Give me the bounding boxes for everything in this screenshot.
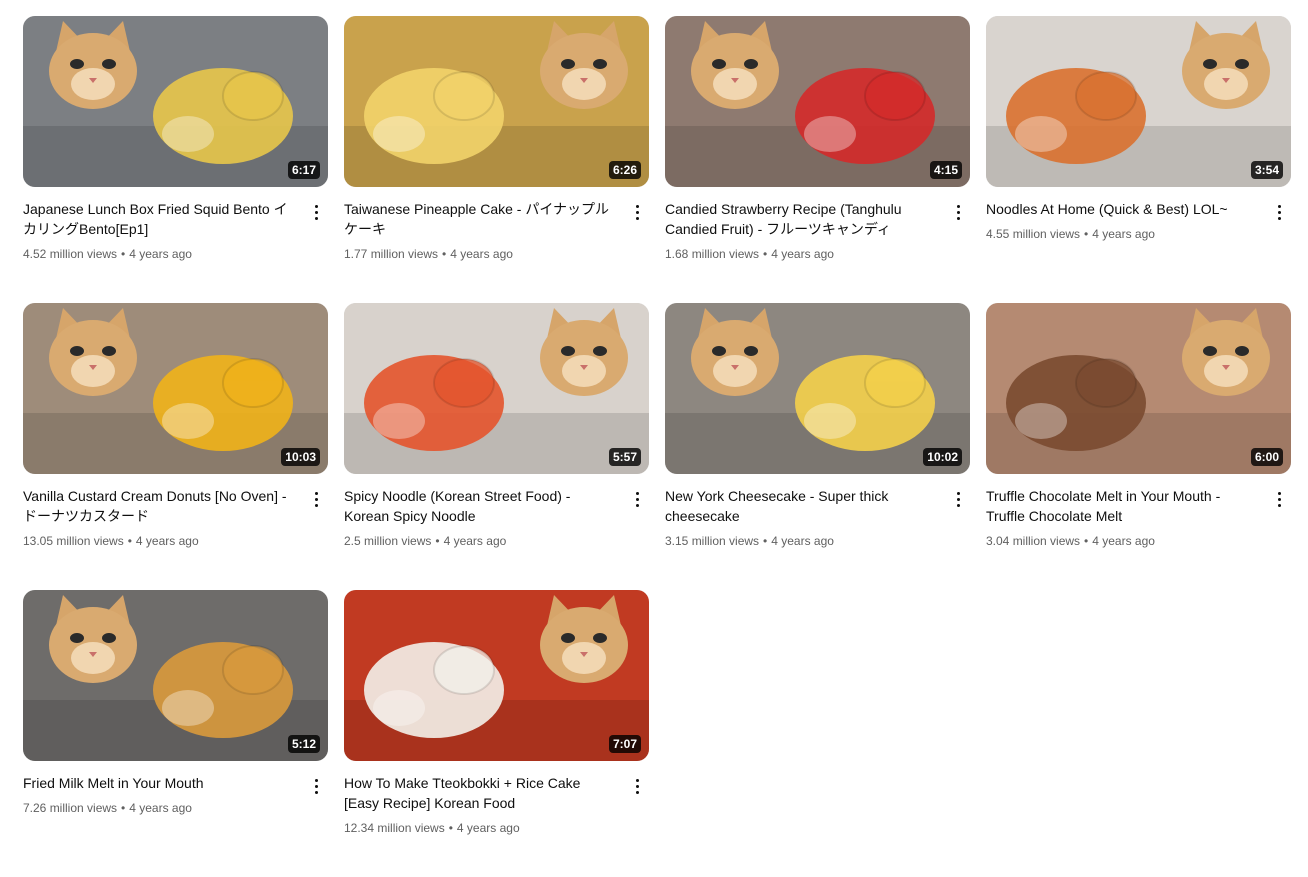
video-thumbnail[interactable]: 6:26 <box>344 16 649 187</box>
video-card[interactable]: 5:57 Spicy Noodle (Korean Street Food) -… <box>344 303 649 590</box>
upload-age: 4 years ago <box>129 247 192 261</box>
video-meta: Japanese Lunch Box Fried Squid Bento イカリ… <box>23 187 328 263</box>
video-stats: 13.05 million views • 4 years ago <box>23 534 199 548</box>
video-stats: 12.34 million views • 4 years ago <box>344 821 520 835</box>
video-card[interactable]: 5:12 Fried Milk Melt in Your Mouth 7.26 … <box>23 590 328 877</box>
thumbnail-image <box>665 16 970 187</box>
upload-age: 4 years ago <box>771 247 834 261</box>
more-options-icon[interactable] <box>1269 201 1289 223</box>
video-card[interactable]: 10:02 New York Cheesecake - Super thick … <box>665 303 970 590</box>
video-stats: 3.04 million views • 4 years ago <box>986 534 1155 548</box>
video-meta: Candied Strawberry Recipe (Tanghulu Cand… <box>665 187 970 263</box>
view-count: 12.34 million views <box>344 821 445 835</box>
video-title[interactable]: Candied Strawberry Recipe (Tanghulu Cand… <box>665 199 936 239</box>
upload-age: 4 years ago <box>1092 227 1155 241</box>
thumbnail-image <box>986 303 1291 474</box>
video-card[interactable]: 6:00 Truffle Chocolate Melt in Your Mout… <box>986 303 1291 590</box>
video-title[interactable]: Japanese Lunch Box Fried Squid Bento イカリ… <box>23 199 294 239</box>
view-count: 3.04 million views <box>986 534 1081 548</box>
video-grid: 6:17 Japanese Lunch Box Fried Squid Bent… <box>23 16 1291 877</box>
video-duration: 6:17 <box>287 161 320 179</box>
more-options-icon[interactable] <box>627 201 647 223</box>
video-meta: Fried Milk Melt in Your Mouth 7.26 milli… <box>23 761 328 817</box>
video-meta: Spicy Noodle (Korean Street Food) - Kore… <box>344 474 649 550</box>
video-stats: 2.5 million views • 4 years ago <box>344 534 507 548</box>
view-count: 3.15 million views <box>665 534 760 548</box>
video-title[interactable]: How To Make Tteokbokki + Rice Cake [Easy… <box>344 773 615 813</box>
video-title[interactable]: Spicy Noodle (Korean Street Food) - Kore… <box>344 486 615 526</box>
video-stats: 1.68 million views • 4 years ago <box>665 247 834 261</box>
video-thumbnail[interactable]: 5:57 <box>344 303 649 474</box>
upload-age: 4 years ago <box>456 821 520 835</box>
video-duration: 7:07 <box>608 735 641 753</box>
video-card[interactable]: 4:15 Candied Strawberry Recipe (Tanghulu… <box>665 16 970 303</box>
more-options-icon[interactable] <box>306 775 326 797</box>
upload-age: 4 years ago <box>129 801 192 815</box>
thumbnail-image <box>344 590 649 761</box>
video-title[interactable]: Noodles At Home (Quick & Best) LOL~ <box>986 199 1257 219</box>
video-thumbnail[interactable]: 3:54 <box>986 16 1291 187</box>
video-card[interactable]: 3:54 Noodles At Home (Quick & Best) LOL~… <box>986 16 1291 303</box>
video-card[interactable]: 6:26 Taiwanese Pineapple Cake - パイナップルケー… <box>344 16 649 303</box>
more-options-icon[interactable] <box>627 488 647 510</box>
video-duration: 5:57 <box>608 448 641 466</box>
video-meta: Truffle Chocolate Melt in Your Mouth - T… <box>986 474 1291 550</box>
thumbnail-image <box>344 16 649 187</box>
more-options-icon[interactable] <box>627 775 647 797</box>
video-meta: Noodles At Home (Quick & Best) LOL~ 4.55… <box>986 187 1291 243</box>
view-count: 1.68 million views <box>665 247 760 261</box>
video-duration: 6:26 <box>608 161 641 179</box>
video-meta: New York Cheesecake - Super thick cheese… <box>665 474 970 550</box>
video-card[interactable]: 7:07 How To Make Tteokbokki + Rice Cake … <box>344 590 649 877</box>
thumbnail-image <box>23 590 328 761</box>
video-title[interactable]: Taiwanese Pineapple Cake - パイナップルケーキ <box>344 199 615 239</box>
video-meta: How To Make Tteokbokki + Rice Cake [Easy… <box>344 761 649 837</box>
more-options-icon[interactable] <box>306 201 326 223</box>
upload-age: 4 years ago <box>1092 534 1155 548</box>
thumbnail-image <box>344 303 649 474</box>
more-options-icon[interactable] <box>1269 488 1289 510</box>
thumbnail-image <box>23 16 328 187</box>
video-stats: 4.55 million views • 4 years ago <box>986 227 1155 241</box>
view-count: 4.52 million views <box>23 247 118 261</box>
video-duration: 10:02 <box>923 448 962 466</box>
video-card[interactable]: 6:17 Japanese Lunch Box Fried Squid Bent… <box>23 16 328 303</box>
view-count: 7.26 million views <box>23 801 118 815</box>
view-count: 2.5 million views <box>344 534 432 548</box>
video-card[interactable]: 10:03 Vanilla Custard Cream Donuts [No O… <box>23 303 328 590</box>
view-count: 1.77 million views <box>344 247 439 261</box>
video-thumbnail[interactable]: 6:17 <box>23 16 328 187</box>
video-stats: 7.26 million views • 4 years ago <box>23 801 192 815</box>
video-thumbnail[interactable]: 7:07 <box>344 590 649 761</box>
view-count: 13.05 million views <box>23 534 124 548</box>
video-duration: 4:15 <box>929 161 962 179</box>
video-stats: 4.52 million views • 4 years ago <box>23 247 192 261</box>
upload-age: 4 years ago <box>135 534 199 548</box>
upload-age: 4 years ago <box>443 534 507 548</box>
video-stats: 1.77 million views • 4 years ago <box>344 247 513 261</box>
video-duration: 10:03 <box>281 448 320 466</box>
video-meta: Vanilla Custard Cream Donuts [No Oven] -… <box>23 474 328 550</box>
upload-age: 4 years ago <box>771 534 834 548</box>
video-duration: 3:54 <box>1250 161 1283 179</box>
video-title[interactable]: New York Cheesecake - Super thick cheese… <box>665 486 936 526</box>
video-stats: 3.15 million views • 4 years ago <box>665 534 834 548</box>
video-thumbnail[interactable]: 6:00 <box>986 303 1291 474</box>
video-title[interactable]: Fried Milk Melt in Your Mouth <box>23 773 294 793</box>
video-title[interactable]: Vanilla Custard Cream Donuts [No Oven] -… <box>23 486 294 526</box>
thumbnail-image <box>986 16 1291 187</box>
video-thumbnail[interactable]: 4:15 <box>665 16 970 187</box>
video-thumbnail[interactable]: 10:02 <box>665 303 970 474</box>
more-options-icon[interactable] <box>948 488 968 510</box>
view-count: 4.55 million views <box>986 227 1081 241</box>
video-duration: 6:00 <box>1250 448 1283 466</box>
video-duration: 5:12 <box>287 735 320 753</box>
video-meta: Taiwanese Pineapple Cake - パイナップルケーキ 1.7… <box>344 187 649 263</box>
video-title[interactable]: Truffle Chocolate Melt in Your Mouth - T… <box>986 486 1257 526</box>
video-thumbnail[interactable]: 10:03 <box>23 303 328 474</box>
upload-age: 4 years ago <box>450 247 513 261</box>
video-thumbnail[interactable]: 5:12 <box>23 590 328 761</box>
more-options-icon[interactable] <box>306 488 326 510</box>
more-options-icon[interactable] <box>948 201 968 223</box>
